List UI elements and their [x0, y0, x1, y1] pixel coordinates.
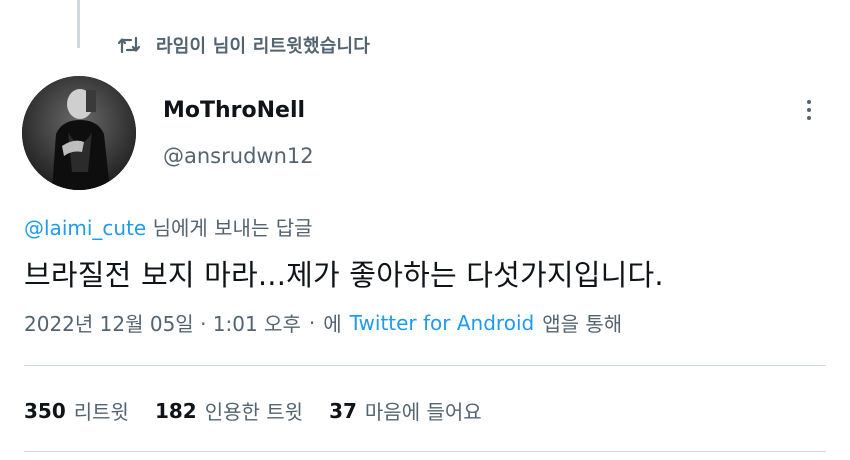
client-link[interactable]: Twitter for Android — [350, 311, 535, 335]
author-handle[interactable]: @ansrudwn12 — [163, 144, 314, 168]
stat-likes[interactable]: 37 마음에 들어요 — [329, 396, 482, 425]
author-display-name[interactable]: MoThroNell — [163, 98, 305, 123]
thread-line — [77, 0, 80, 48]
avatar[interactable] — [22, 76, 136, 190]
more-dot-icon — [807, 116, 811, 120]
stat-label: 마음에 들어요 — [364, 400, 482, 424]
social-context: 라임이 님이 리트윗했습니다 — [116, 30, 370, 60]
stat-retweets[interactable]: 350 리트윗 — [24, 396, 129, 425]
stat-count: 37 — [329, 398, 357, 423]
stat-label: 리트윗 — [73, 400, 129, 424]
tweet-timestamp[interactable]: 2022년 12월 05일 · 1:01 오후 — [24, 308, 301, 337]
more-dot-icon — [807, 108, 811, 112]
reply-context: @laimi_cute 님에게 보내는 답글 — [24, 212, 313, 241]
via-prefix: 에 — [323, 312, 342, 336]
more-options-button[interactable] — [796, 95, 822, 125]
retweet-icon — [116, 34, 142, 56]
tweet-text: 브라질전 보지 마라...제가 좋아하는 다섯가지입니다. — [24, 258, 664, 292]
divider — [24, 451, 826, 452]
via-suffix: 앱을 통해 — [542, 312, 623, 336]
reply-mention-link[interactable]: @laimi_cute — [24, 216, 146, 240]
retweeted-by-text[interactable]: 라임이 님이 리트윗했습니다 — [156, 32, 370, 58]
stat-quote-tweets[interactable]: 182 인용한 트윗 — [155, 396, 303, 425]
stat-count: 350 — [24, 398, 66, 423]
stat-count: 182 — [154, 398, 197, 423]
stat-label: 인용한 트윗 — [204, 400, 304, 424]
divider — [24, 365, 826, 366]
meta-separator: · — [308, 310, 316, 335]
engagement-stats: 350 리트윗 182 인용한 트윗 37 마음에 들어요 — [24, 396, 508, 425]
tweet-meta: 2022년 12월 05일 · 1:01 오후 · 에 Twitter for … — [24, 308, 622, 337]
reply-context-suffix: 님에게 보내는 답글 — [146, 216, 313, 240]
more-dot-icon — [807, 100, 811, 104]
